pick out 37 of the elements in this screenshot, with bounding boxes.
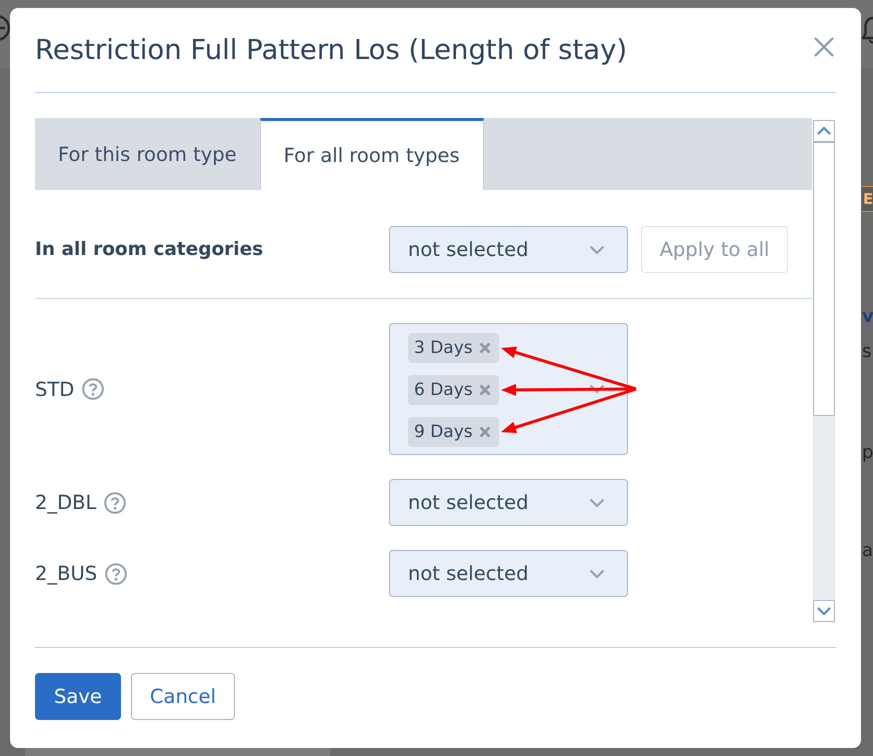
dropdown[interactable]: not selected <box>389 226 628 273</box>
bulk-label: In all room categories <box>35 239 264 260</box>
caret-icon <box>589 498 605 508</box>
help-icon[interactable] <box>104 492 126 514</box>
dialog-title: Restriction Full Pattern Los (Length of stay) <box>35 33 628 68</box>
caret-icon <box>589 384 605 394</box>
help-icon[interactable] <box>82 378 104 400</box>
room-label: 2_DBL <box>35 491 96 514</box>
scroll-up-button[interactable] <box>813 120 835 142</box>
save-button[interactable]: Save <box>35 673 121 720</box>
dropdown[interactable]: not selected <box>389 479 628 526</box>
scrollbar-thumb[interactable] <box>813 142 835 416</box>
close-icon[interactable] <box>478 342 491 354</box>
caret-icon <box>589 244 605 254</box>
tag-label: 9 Days <box>414 422 473 442</box>
tab[interactable]: For this room type <box>35 118 260 190</box>
room-label: 2_BUS <box>35 562 98 585</box>
scroll-down-button[interactable] <box>813 600 835 622</box>
chevron-up-icon <box>817 126 831 136</box>
tag-label: 6 Days <box>414 380 473 400</box>
backdrop-tag: E <box>862 186 873 212</box>
backdrop-text: s <box>862 340 872 364</box>
backdrop-text: p <box>862 441 873 465</box>
close-icon[interactable] <box>478 426 491 438</box>
dropdown[interactable]: not selected <box>389 550 628 597</box>
cancel-button[interactable]: Cancel <box>130 673 235 720</box>
tab[interactable]: For all room types <box>260 118 484 190</box>
tag-label: 3 Days <box>414 338 473 358</box>
caret-icon <box>589 568 605 578</box>
help-icon[interactable] <box>105 562 128 584</box>
backdrop-text: a <box>862 539 873 563</box>
close-icon[interactable] <box>813 36 835 58</box>
close-icon[interactable] <box>478 384 491 396</box>
multi-select-field[interactable]: 3 Days 6 Days 9 Days <box>389 323 628 455</box>
bell-icon <box>862 14 873 44</box>
chevron-down-icon <box>817 606 831 616</box>
room-label: STD <box>35 378 74 400</box>
